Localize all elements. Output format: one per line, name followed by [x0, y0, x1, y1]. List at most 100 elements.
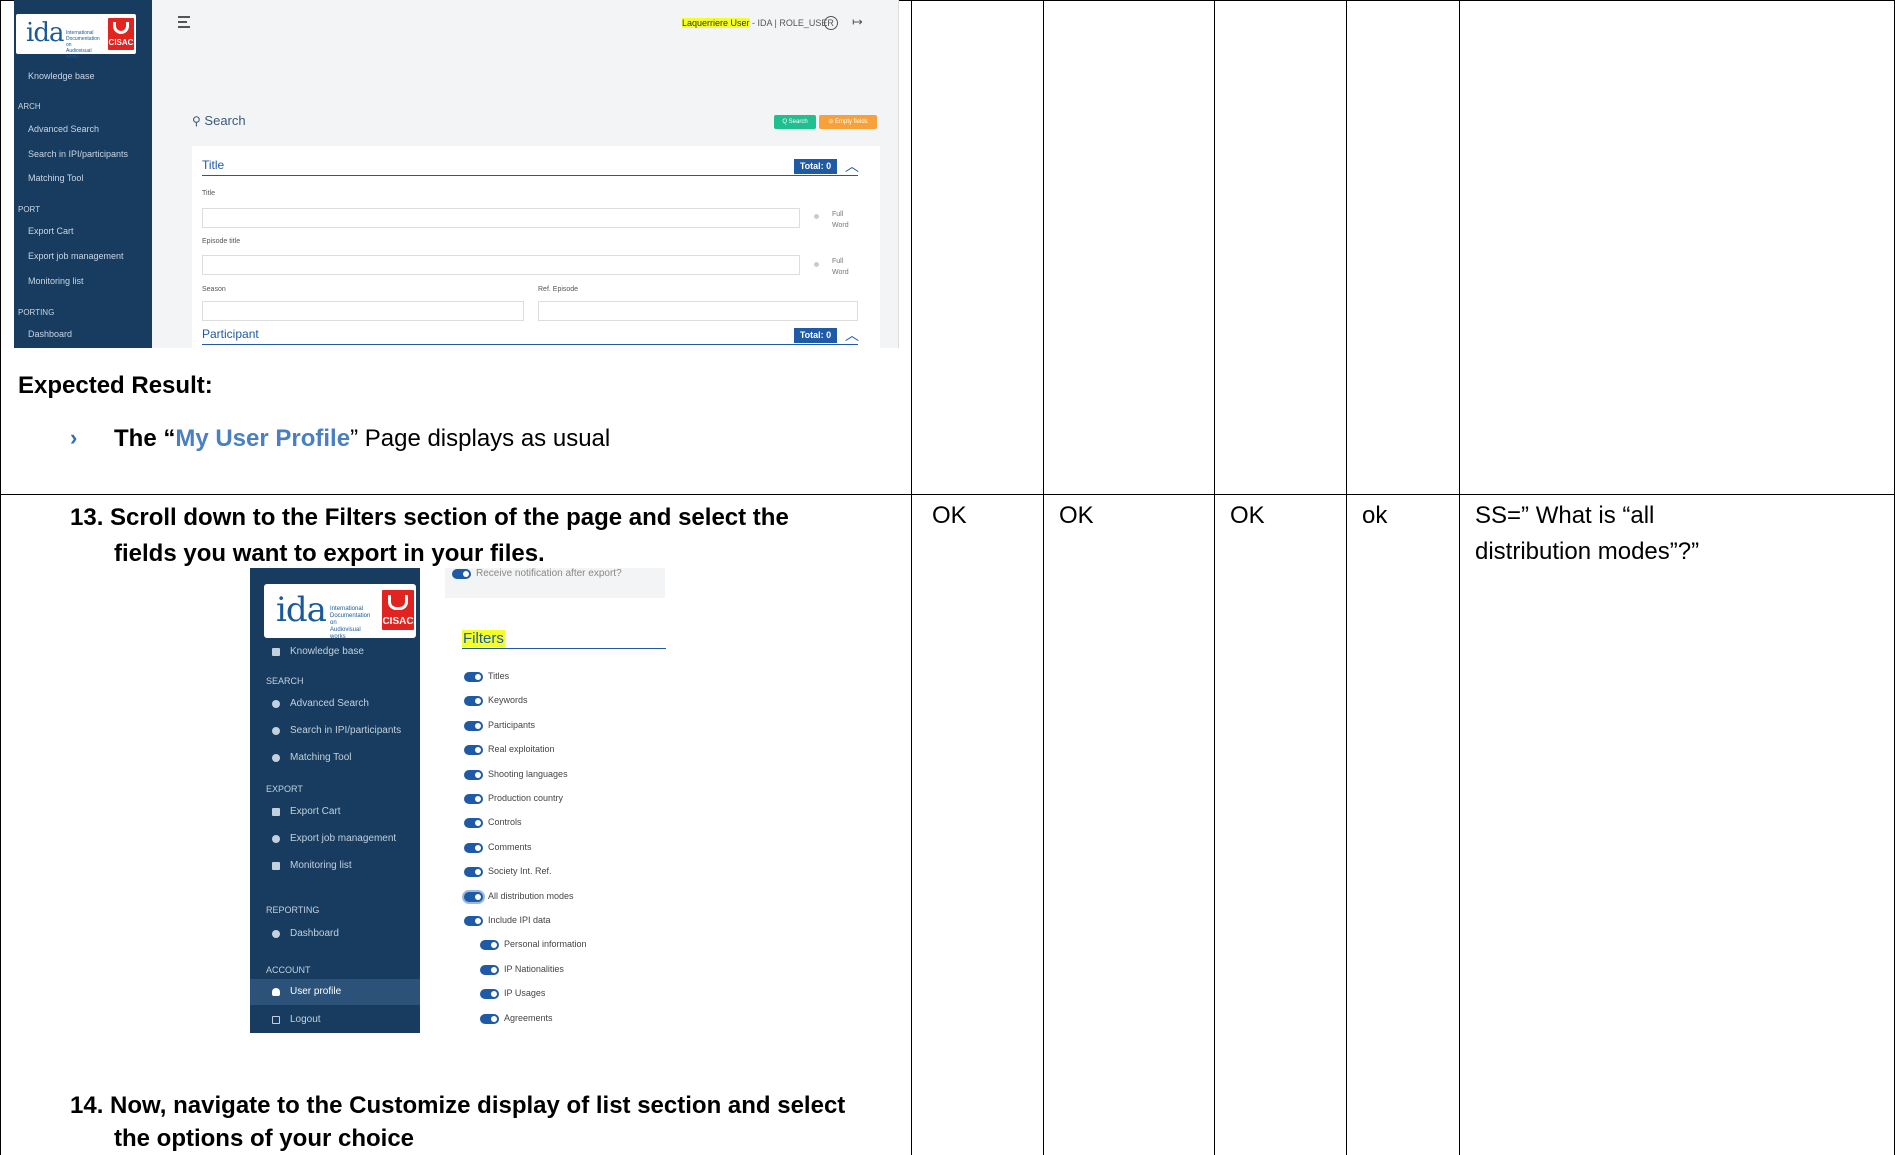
filter-label-production-country: Production country	[488, 793, 564, 803]
comment-line-2: distribution modes”?”	[1475, 538, 1700, 565]
result-1: OK	[932, 502, 967, 529]
topbar: Laquerriere User - IDA | ROLE_USER ↦	[152, 0, 898, 44]
expected-result-text: The “My User Profile” Page displays as u…	[114, 425, 610, 453]
full-word-radio-2[interactable]	[814, 262, 819, 267]
sidebar-item-label: Search in IPI/participants	[290, 725, 402, 736]
ref-episode-input[interactable]	[538, 301, 858, 321]
col-border-r2	[1214, 0, 1215, 1155]
sidebar: ida International Documentation on Audio…	[14, 0, 152, 348]
sidebar-item-search-ipi[interactable]: Search in IPI/participants	[28, 149, 128, 159]
headset-icon[interactable]	[824, 16, 838, 30]
sidebar-item-logout[interactable]: Logout	[272, 1014, 321, 1025]
toggle-shooting-languages[interactable]	[464, 770, 483, 780]
filter-label-real-exploitation: Real exploitation	[488, 744, 555, 754]
filters-heading: Filters	[462, 630, 505, 647]
filter-label-ip-nationalities: IP Nationalities	[504, 964, 564, 974]
toggle-ip-nationalities[interactable]	[480, 965, 499, 975]
step-14-line-2: the options of your choice	[114, 1125, 415, 1152]
title-section-header[interactable]: Title Total: 0 ︿	[202, 158, 859, 176]
season-input[interactable]	[202, 301, 524, 321]
sidebar-item-monitoring-list[interactable]: Monitoring list	[272, 860, 352, 871]
sidebar-item-knowledge-base[interactable]: Knowledge base	[28, 71, 95, 81]
toggle-comments[interactable]	[464, 843, 483, 853]
filter-label-shooting-languages: Shooting languages	[488, 769, 568, 779]
search-heading-text: Search	[204, 113, 246, 128]
filter-label-keywords: Keywords	[488, 695, 528, 705]
sidebar-item-export-cart[interactable]: Export Cart	[28, 226, 74, 236]
filter-label-include-ipi-data: Include IPI data	[488, 915, 551, 925]
title-section-label: Title	[202, 158, 225, 172]
sidebar-item-matching-tool[interactable]: Matching Tool	[272, 752, 352, 763]
toggle-controls[interactable]	[464, 818, 483, 828]
sidebar-item-dashboard[interactable]: Dashboard	[28, 329, 72, 339]
toggle-all-distribution-modes[interactable]	[464, 892, 483, 902]
sidebar-section-export: PORT	[18, 205, 41, 214]
toggle-ip-usages[interactable]	[480, 989, 499, 999]
sidebar-item-label: Advanced Search	[290, 698, 369, 709]
sidebar-item-matching-tool[interactable]: Matching Tool	[28, 173, 83, 183]
empty-fields-button[interactable]: ⊘ Empty fields	[819, 115, 877, 129]
expected-pre: The “	[114, 425, 176, 452]
step-13-line-1: 13. Scroll down to the Filters section o…	[70, 504, 789, 531]
main-content: Laquerriere User - IDA | ROLE_USER ↦ ⚲ S…	[152, 0, 898, 348]
filters-divider	[462, 648, 666, 649]
bullet-icon: ›	[70, 425, 78, 450]
toggle-real-exploitation[interactable]	[464, 745, 483, 755]
toggle-society-int-ref[interactable]	[464, 867, 483, 877]
result-4: ok	[1362, 502, 1388, 529]
sidebar-item-user-profile[interactable]: User profile	[272, 986, 341, 997]
chevron-up-icon-2[interactable]: ︿	[845, 328, 859, 342]
col-border-left	[0, 0, 1, 1155]
list-icon	[272, 861, 280, 870]
sidebar-item-advanced-search[interactable]: Advanced Search	[272, 698, 369, 709]
toggle-titles[interactable]	[464, 672, 483, 682]
title-input[interactable]	[202, 208, 800, 228]
search-icon	[272, 726, 280, 735]
toggle-receive-notification[interactable]	[452, 569, 471, 579]
result-3: OK	[1230, 502, 1265, 529]
full-word-label: Full Word	[832, 211, 849, 229]
filter-label-personal-information: Personal information	[504, 939, 587, 949]
cloud-icon	[272, 834, 280, 843]
sidebar-item-label: User profile	[290, 986, 342, 997]
comment-line-1: SS=” What is “all	[1475, 502, 1655, 529]
ida-cisac-logo: ida International Documentation on Audio…	[264, 584, 416, 640]
user-info: Laquerriere User - IDA | ROLE_USER	[682, 18, 834, 28]
episode-title-label: Episode title	[202, 238, 241, 245]
user-icon	[272, 987, 280, 996]
toggle-personal-information[interactable]	[480, 940, 499, 950]
dashboard-icon	[272, 929, 280, 938]
search-icon	[272, 753, 280, 762]
filter-label-ip-usages: IP Usages	[504, 988, 546, 998]
user-name: Laquerriere User	[682, 18, 750, 28]
filter-label-all-distribution-modes: All distribution modes	[488, 891, 574, 901]
menu-icon[interactable]	[178, 16, 190, 31]
sidebar-item-monitoring-list[interactable]: Monitoring list	[28, 276, 84, 286]
toggle-include-ipi-data[interactable]	[464, 916, 483, 926]
sidebar-item-label: Dashboard	[290, 928, 339, 939]
toggle-keywords[interactable]	[464, 696, 483, 706]
logout-icon[interactable]: ↦	[852, 14, 863, 30]
episode-title-input[interactable]	[202, 255, 800, 275]
sidebar-item-dashboard[interactable]: Dashboard	[272, 928, 339, 939]
sidebar-item-export-jobs[interactable]: Export job management	[272, 833, 396, 844]
scrollbar[interactable]	[898, 8, 899, 348]
total-badge: Total: 0	[794, 159, 837, 174]
step-13-line-2: fields you want to export in your files.	[114, 540, 545, 567]
toggle-agreements[interactable]	[480, 1014, 499, 1024]
sidebar-item-export-cart[interactable]: Export Cart	[272, 806, 341, 817]
search-button[interactable]: Q Search	[774, 115, 816, 129]
participant-section-header[interactable]: Participant Total: 0 ︿	[202, 327, 859, 345]
filter-label-agreements: Agreements	[504, 1013, 553, 1023]
sidebar-item-export-jobs[interactable]: Export job management	[28, 251, 124, 261]
sidebar-item-knowledge-base[interactable]: Knowledge base	[272, 646, 364, 657]
sidebar-item-advanced-search[interactable]: Advanced Search	[28, 124, 99, 134]
chevron-up-icon[interactable]: ︿	[845, 159, 859, 173]
search-heading: ⚲ Search	[192, 113, 246, 128]
result-2: OK	[1059, 502, 1094, 529]
full-word-radio[interactable]	[814, 214, 819, 219]
sidebar-item-search-ipi[interactable]: Search in IPI/participants	[272, 725, 401, 736]
toggle-participants[interactable]	[464, 721, 483, 731]
toggle-production-country[interactable]	[464, 794, 483, 804]
title-field-label: Title	[202, 190, 215, 197]
